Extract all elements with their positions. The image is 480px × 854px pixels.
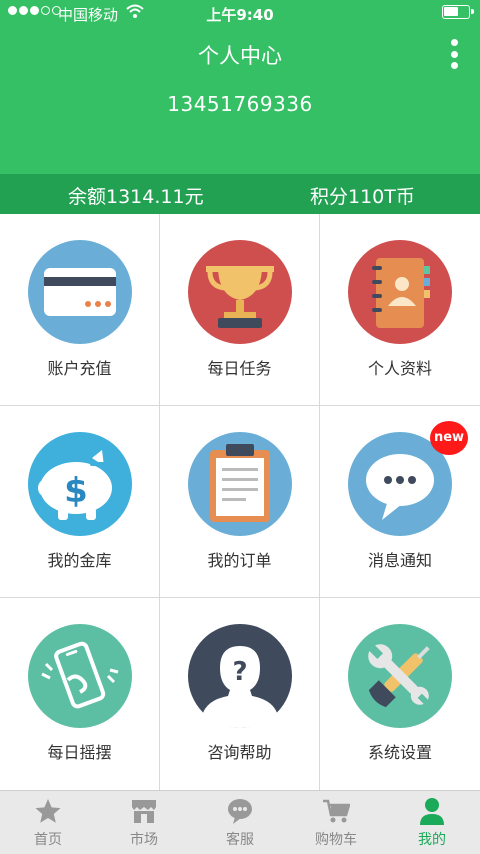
grid-item-label: 每日任务	[207, 359, 272, 378]
more-vertical-icon[interactable]	[440, 36, 468, 72]
profile-header: 中国移动 上午9:40 个人中心 13451769336	[0, 0, 480, 174]
grid-item-recharge[interactable]: 账户充值	[0, 214, 159, 405]
clipboard-icon	[187, 432, 292, 536]
bottom-tab-bar: 首页 市场 客服 购物车 我的	[0, 790, 480, 854]
account-summary-bar: 余额1314.11元 积分110T币	[0, 174, 480, 214]
tab-label: 首页	[34, 832, 62, 848]
tab-mine[interactable]: 我的	[384, 791, 480, 854]
battery-icon	[442, 5, 474, 19]
trophy-icon	[187, 240, 292, 344]
grid-item-label: 消息通知	[367, 551, 432, 570]
shop-icon	[132, 800, 156, 823]
piggy-bank-icon: $	[27, 432, 132, 536]
user-icon	[420, 798, 444, 825]
credit-card-icon	[27, 240, 132, 344]
shake-phone-icon	[27, 624, 132, 728]
grid-item-label: 每日摇摆	[47, 743, 112, 762]
feature-grid: 账户充值 每日任务 个人资料 $ 我的金库 我的订单 消息通知 每日摇摆 ? 咨…	[0, 214, 480, 790]
grid-item-help[interactable]: ? 咨询帮助	[160, 598, 319, 790]
grid-item-label: 个人资料	[367, 359, 432, 378]
user-phone: 13451769336	[167, 92, 313, 116]
tab-home[interactable]: 首页	[0, 791, 96, 854]
grid-item-label: 我的订单	[207, 551, 272, 570]
svg-text:?: ?	[232, 657, 247, 687]
points-text[interactable]: 积分110T币	[310, 182, 415, 209]
tab-label: 我的	[418, 832, 446, 848]
page-title: 个人中心	[198, 44, 282, 68]
grid-item-profile[interactable]: 个人资料	[320, 214, 480, 405]
tools-icon	[348, 624, 452, 728]
tab-service[interactable]: 客服	[192, 791, 288, 854]
tab-market[interactable]: 市场	[96, 791, 192, 854]
grid-item-daily-tasks[interactable]: 每日任务	[160, 214, 319, 405]
tab-cart[interactable]: 购物车	[288, 791, 384, 854]
balance-text[interactable]: 余额1314.11元	[68, 182, 204, 209]
status-time: 上午9:40	[206, 6, 274, 24]
grid-item-daily-shake[interactable]: 每日摇摆	[0, 598, 159, 790]
new-badge: new	[430, 421, 468, 455]
grid-item-label: 我的金库	[47, 551, 112, 570]
star-icon	[35, 799, 61, 823]
tab-label: 客服	[226, 832, 254, 848]
chat-icon	[228, 799, 252, 824]
grid-item-orders[interactable]: 我的订单	[160, 406, 319, 597]
cart-icon	[323, 799, 350, 823]
question-person-icon: ?	[187, 624, 292, 728]
grid-item-label: 咨询帮助	[207, 743, 272, 762]
tab-label: 购物车	[315, 832, 357, 848]
grid-item-label: 账户充值	[47, 359, 112, 378]
tab-label: 市场	[130, 832, 158, 848]
grid-item-vault[interactable]: $ 我的金库	[0, 406, 159, 597]
status-bar: 中国移动 上午9:40	[0, 0, 480, 26]
address-book-icon	[348, 240, 452, 344]
grid-item-label: 系统设置	[367, 743, 432, 762]
grid-item-settings[interactable]: 系统设置	[320, 598, 480, 790]
svg-text:$: $	[64, 471, 88, 511]
